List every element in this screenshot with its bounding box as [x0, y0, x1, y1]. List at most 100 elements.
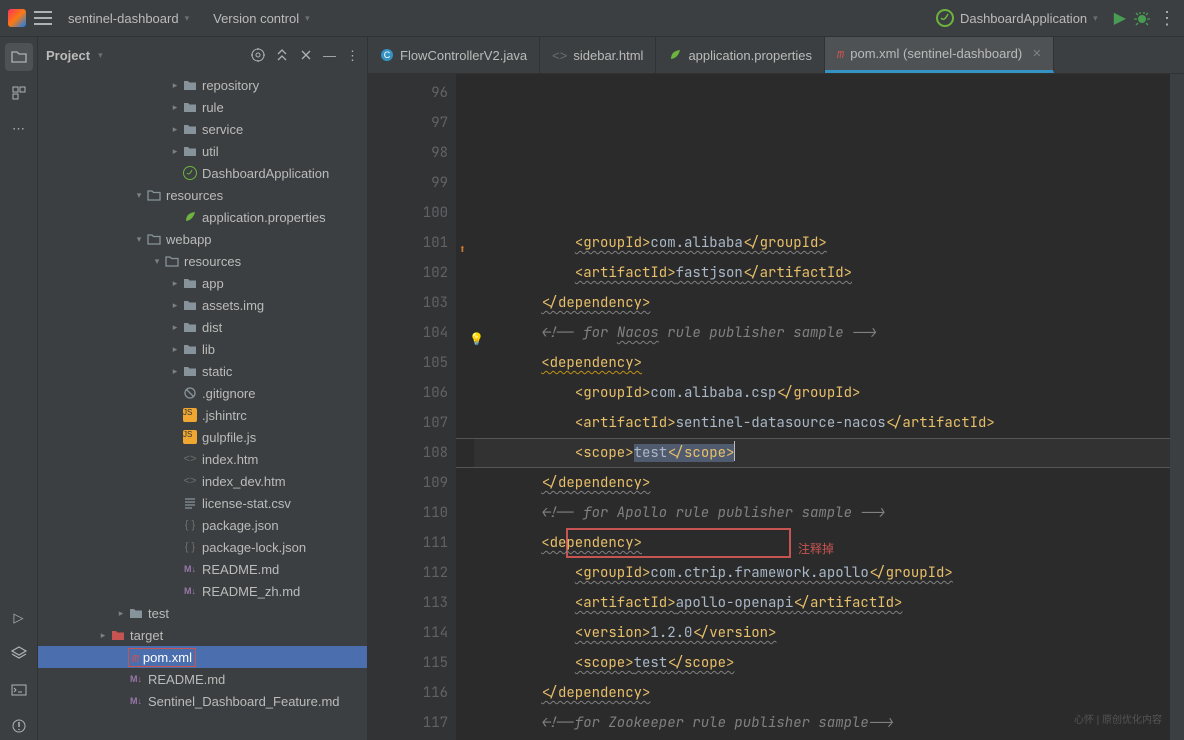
code-line[interactable]: <artifactId>fastjson</artifactId>	[474, 258, 1170, 288]
tree-item[interactable]: ▸target	[38, 624, 367, 646]
folder-icon	[128, 605, 144, 621]
code-line[interactable]: <artifactId>sentinel-datasource-nacos</a…	[474, 408, 1170, 438]
tree-item[interactable]: <>index.htm	[38, 448, 367, 470]
services-tool-icon[interactable]	[5, 640, 33, 668]
code-line[interactable]: </dependency>	[474, 468, 1170, 498]
code-line[interactable]: <groupId>com.alibaba.csp</groupId>	[474, 378, 1170, 408]
editor-scrollbar[interactable]	[1170, 74, 1184, 740]
chevron-icon[interactable]: ▸	[168, 278, 182, 289]
chevron-icon[interactable]: ▾	[132, 190, 146, 201]
tree-item[interactable]: ▸util	[38, 140, 367, 162]
expand-all-icon[interactable]	[275, 48, 289, 64]
close-icon[interactable]: ✕	[1032, 47, 1041, 60]
chevron-icon[interactable]: ▸	[168, 146, 182, 157]
collapse-all-icon[interactable]	[299, 48, 313, 64]
chevron-icon[interactable]: ▸	[168, 102, 182, 113]
vcs-selector[interactable]: Version control ▾	[205, 7, 318, 30]
hide-icon[interactable]: —	[323, 48, 336, 64]
chevron-icon[interactable]: ▸	[168, 300, 182, 311]
chevron-icon[interactable]: ▸	[168, 366, 182, 377]
tree-item[interactable]: M↓README.md	[38, 668, 367, 690]
editor-tab[interactable]: mpom.xml (sentinel-dashboard)✕	[825, 37, 1054, 73]
tree-item-label: resources	[166, 188, 223, 203]
tree-item[interactable]: ▸repository	[38, 74, 367, 96]
tree-item-label: assets.img	[202, 298, 264, 313]
tree-item[interactable]: ▾webapp	[38, 228, 367, 250]
folder-excl-icon	[110, 627, 126, 643]
md-icon: M↓	[128, 671, 144, 687]
tree-item[interactable]: ▸dist	[38, 316, 367, 338]
tree-item[interactable]: ▸app	[38, 272, 367, 294]
tree-item[interactable]: ▸static	[38, 360, 367, 382]
code-line[interactable]: <dependency>	[474, 348, 1170, 378]
tree-item[interactable]: ▸service	[38, 118, 367, 140]
editor-tab[interactable]: <>sidebar.html	[540, 37, 656, 73]
tree-item[interactable]: M↓Sentinel_Dashboard_Feature.md	[38, 690, 367, 712]
code-line[interactable]: <artifactId>apollo-openapi</artifactId>	[474, 588, 1170, 618]
problems-tool-icon[interactable]	[5, 712, 33, 740]
tree-item[interactable]: ▸lib	[38, 338, 367, 360]
code-line[interactable]: </dependency>	[474, 678, 1170, 708]
project-tool-icon[interactable]	[5, 43, 33, 71]
project-name-label: sentinel-dashboard	[68, 11, 179, 26]
editor-code[interactable]: 注释掉 心怀 | 原创优化内容 <groupId>com.alibaba</gr…	[456, 74, 1170, 740]
folder-icon	[182, 99, 198, 115]
code-line[interactable]: <groupId>com.alibaba</groupId>	[474, 228, 1170, 258]
more-icon[interactable]: ⋮	[1158, 8, 1176, 29]
project-tree[interactable]: ▸repository▸rule▸service▸utilDashboardAp…	[38, 74, 367, 740]
editor-tab[interactable]: application.properties	[656, 37, 825, 73]
tree-item[interactable]: ▸test	[38, 602, 367, 624]
tree-item[interactable]: JSgulpfile.js	[38, 426, 367, 448]
chevron-icon[interactable]: ▸	[114, 608, 128, 619]
tree-item[interactable]: { }package.json	[38, 514, 367, 536]
run-tool-icon[interactable]: ▷	[5, 604, 33, 632]
tree-item[interactable]: ▸rule	[38, 96, 367, 118]
select-file-icon[interactable]	[251, 48, 265, 64]
more-tool-icon[interactable]: ⋯	[5, 115, 33, 143]
code-line[interactable]: <dependency>	[474, 528, 1170, 558]
tree-item[interactable]: m pom.xml	[38, 646, 367, 668]
tree-item[interactable]: ▾resources	[38, 250, 367, 272]
code-line[interactable]: <groupId>com.ctrip.framework.apollo</gro…	[474, 558, 1170, 588]
editor-tab[interactable]: CFlowControllerV2.java	[368, 37, 540, 73]
line-number: 110	[368, 498, 448, 528]
structure-tool-icon[interactable]	[5, 79, 33, 107]
editor-tabs: CFlowControllerV2.java<>sidebar.htmlappl…	[368, 37, 1184, 74]
code-line[interactable]: <!--for Zookeeper rule publisher sample-…	[474, 708, 1170, 738]
run-config-selector[interactable]: DashboardApplication ▾	[928, 5, 1106, 31]
chevron-icon[interactable]: ▸	[168, 344, 182, 355]
chevron-icon[interactable]: ▸	[96, 630, 110, 641]
code-line[interactable]: <!-- for Apollo rule publisher sample --…	[474, 498, 1170, 528]
debug-icon[interactable]	[1134, 10, 1150, 26]
chevron-icon[interactable]: ▸	[168, 322, 182, 333]
chevron-icon[interactable]: ▾	[150, 256, 164, 267]
tree-item[interactable]: JS.jshintrc	[38, 404, 367, 426]
folder-icon	[182, 121, 198, 137]
code-line[interactable]: <!-- for Nacos rule publisher sample -->	[474, 318, 1170, 348]
code-line[interactable]: <scope>test</scope>	[474, 438, 1170, 468]
tree-item[interactable]: .gitignore	[38, 382, 367, 404]
tree-item[interactable]: DashboardApplication	[38, 162, 367, 184]
chevron-icon[interactable]: ▸	[168, 124, 182, 135]
tree-item[interactable]: M↓README.md	[38, 558, 367, 580]
code-line[interactable]: <scope>test</scope>	[474, 648, 1170, 678]
sidebar-more-icon[interactable]: ⋮	[346, 48, 359, 64]
tree-item[interactable]: ▾ resources	[38, 184, 367, 206]
chevron-icon[interactable]: ▾	[132, 234, 146, 245]
hamburger-icon[interactable]	[34, 11, 52, 25]
tree-item[interactable]: { }package-lock.json	[38, 536, 367, 558]
tree-item[interactable]: <>index_dev.htm	[38, 470, 367, 492]
line-number: 104💡	[368, 318, 448, 348]
tree-item[interactable]: license-stat.csv	[38, 492, 367, 514]
chevron-icon[interactable]: ▸	[168, 80, 182, 91]
tree-item[interactable]: ▸ assets.img	[38, 294, 367, 316]
code-line[interactable]: </dependency>	[474, 288, 1170, 318]
project-selector[interactable]: sentinel-dashboard ▾	[60, 7, 197, 30]
run-icon[interactable]: ▶	[1114, 8, 1126, 28]
tree-item[interactable]: application.properties	[38, 206, 367, 228]
terminal-tool-icon[interactable]	[5, 676, 33, 704]
tree-item[interactable]: M↓README_zh.md	[38, 580, 367, 602]
chevron-down-icon[interactable]: ▾	[98, 50, 103, 61]
code-editor[interactable]: 96979899100101⬆102103104💡105106107108109…	[368, 74, 1184, 740]
code-line[interactable]: <version>1.2.0</version>	[474, 618, 1170, 648]
